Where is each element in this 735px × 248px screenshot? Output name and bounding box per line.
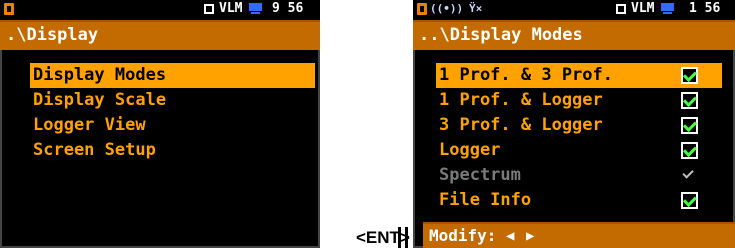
check-icon[interactable]: [681, 117, 698, 134]
square-icon: [204, 4, 214, 14]
check-icon[interactable]: [681, 192, 698, 209]
arrow-left-icon[interactable]: ◀: [506, 228, 514, 244]
mode-label: Spectrum: [439, 165, 521, 185]
clock: 9 56: [272, 1, 304, 16]
footer-bar: Modify: ◀ ▶: [423, 222, 735, 248]
menu-body: 1 Prof. & 3 Prof. 1 Prof. & Logger 3 Pro…: [413, 50, 735, 248]
mode-item-logger[interactable]: Logger: [436, 138, 722, 163]
mode-item-1prof-logger[interactable]: 1 Prof. & Logger: [436, 88, 722, 113]
pc-connection-icon: [249, 3, 262, 15]
status-bar: VLM 9 56: [0, 0, 320, 20]
antenna-icon: ((•)): [430, 2, 464, 15]
sd-card-icon: [4, 3, 14, 15]
display-menu-screen: VLM 9 56 .\Display Display Modes Display…: [0, 0, 320, 248]
vlm-indicator: VLM: [219, 1, 243, 16]
menu-item-logger-view[interactable]: Logger View: [30, 113, 146, 138]
arrow-right-icon[interactable]: ▶: [526, 228, 534, 244]
check-icon[interactable]: [681, 67, 698, 84]
divider: [398, 227, 401, 248]
square-icon: [616, 4, 626, 14]
menu-title: ..\Display Modes: [419, 25, 583, 45]
mode-label: 1 Prof. & 3 Prof.: [439, 65, 613, 85]
check-icon[interactable]: [681, 142, 698, 159]
mode-item-file-info[interactable]: File Info: [436, 188, 722, 213]
vlm-indicator: VLM: [631, 1, 655, 16]
status-bar: ((•)) Ÿ× VLM 1 56: [413, 0, 735, 20]
no-signal-icon: Ÿ×: [469, 2, 483, 15]
sd-card-icon: [417, 3, 427, 15]
check-icon[interactable]: [681, 92, 698, 109]
menu-title-bar: .\Display: [0, 20, 320, 50]
menu-body: Display Modes Display Scale Logger View …: [0, 50, 320, 248]
mode-label: 1 Prof. & Logger: [439, 90, 603, 110]
mode-item-3prof-logger[interactable]: 3 Prof. & Logger: [436, 113, 722, 138]
pc-connection-icon: [661, 3, 674, 15]
mode-label: 3 Prof. & Logger: [439, 115, 603, 135]
divider: [405, 227, 408, 248]
menu-item-screen-setup[interactable]: Screen Setup: [30, 138, 156, 163]
menu-item-display-scale[interactable]: Display Scale: [30, 88, 166, 113]
enter-key-label: <ENT>: [356, 228, 410, 247]
mode-label: File Info: [439, 190, 532, 210]
mode-label: Logger: [439, 140, 501, 160]
menu-item-display-modes[interactable]: Display Modes: [30, 63, 315, 88]
mode-item-spectrum: Spectrum: [436, 163, 722, 188]
footer-label: Modify:: [429, 226, 497, 245]
clock: 1 56: [689, 1, 721, 16]
menu-title: .\Display: [6, 25, 99, 45]
mode-item-1prof-3prof[interactable]: 1 Prof. & 3 Prof.: [436, 63, 722, 88]
display-modes-screen: ((•)) Ÿ× VLM 1 56 ..\Display Modes 1 Pro…: [413, 0, 735, 248]
check-icon: [681, 167, 698, 184]
menu-title-bar: ..\Display Modes: [413, 20, 735, 50]
